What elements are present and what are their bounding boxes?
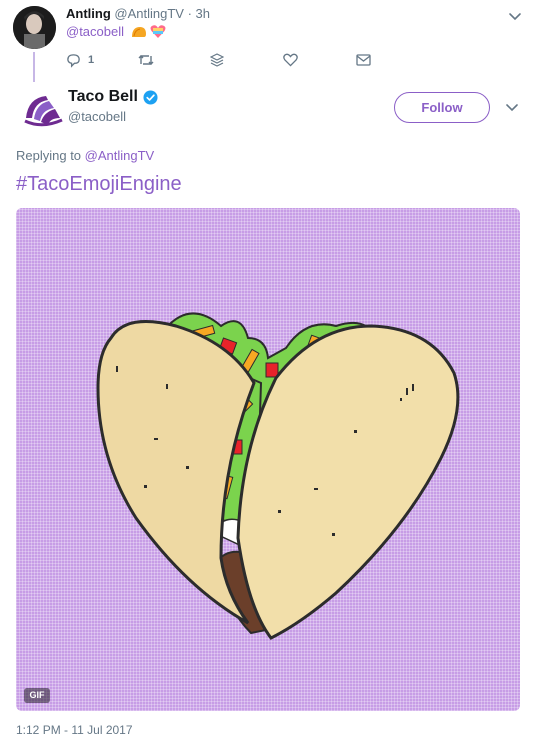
gif-media[interactable]: GIF bbox=[16, 208, 520, 711]
heart-outline-icon bbox=[283, 53, 298, 67]
author-name[interactable]: Taco Bell bbox=[68, 88, 138, 106]
chevron-down-icon[interactable] bbox=[508, 9, 522, 23]
taco-heart-illustration bbox=[96, 312, 460, 640]
verified-badge-icon bbox=[143, 89, 158, 105]
stack-icon bbox=[210, 53, 224, 67]
parent-tweet-header: Antling @AntlingTV · 3h bbox=[66, 6, 210, 21]
gif-badge: GIF bbox=[24, 688, 50, 703]
replying-to-label: Replying to bbox=[16, 148, 85, 163]
chevron-down-icon[interactable] bbox=[505, 100, 519, 114]
replying-to: Replying to @AntlingTV bbox=[16, 148, 154, 163]
envelope-icon bbox=[356, 54, 371, 66]
hashtag-link[interactable]: #TacoEmojiEngine bbox=[16, 173, 182, 196]
heart-emoji bbox=[150, 25, 166, 38]
retweet-action[interactable] bbox=[138, 52, 154, 68]
follow-button[interactable]: Follow bbox=[394, 92, 490, 123]
stack-action[interactable] bbox=[210, 52, 224, 68]
parent-author-handle[interactable]: @AntlingTV bbox=[114, 6, 184, 21]
parent-tweet: Antling @AntlingTV · 3h @tacobell 1 bbox=[0, 0, 544, 82]
retweet-icon bbox=[138, 55, 154, 65]
parent-tweet-actions: 1 bbox=[66, 52, 386, 70]
avatar[interactable] bbox=[13, 6, 56, 49]
parent-tweet-body: @tacobell bbox=[66, 24, 166, 39]
like-action[interactable] bbox=[283, 52, 298, 68]
author-handle[interactable]: @tacobell bbox=[68, 109, 126, 124]
parent-author-name[interactable]: Antling bbox=[66, 6, 111, 21]
avatar[interactable] bbox=[20, 88, 66, 134]
direct-message-action[interactable] bbox=[356, 52, 371, 68]
reply-mention-link[interactable]: @AntlingTV bbox=[85, 148, 155, 163]
thread-connector bbox=[33, 52, 35, 82]
parent-tweet-time[interactable]: 3h bbox=[196, 6, 210, 21]
reply-action[interactable]: 1 bbox=[66, 52, 94, 68]
header-separator: · bbox=[187, 6, 192, 21]
reply-count: 1 bbox=[88, 54, 95, 66]
author-row: Taco Bell bbox=[68, 88, 158, 106]
tweet-timestamp[interactable]: 1:12 PM - 11 Jul 2017 bbox=[16, 723, 133, 737]
reply-icon bbox=[67, 53, 80, 68]
taco-emoji bbox=[131, 27, 146, 37]
mention-link[interactable]: @tacobell bbox=[66, 24, 124, 39]
taco-bell-logo-icon bbox=[24, 96, 63, 127]
avatar-photo-icon bbox=[13, 6, 56, 49]
